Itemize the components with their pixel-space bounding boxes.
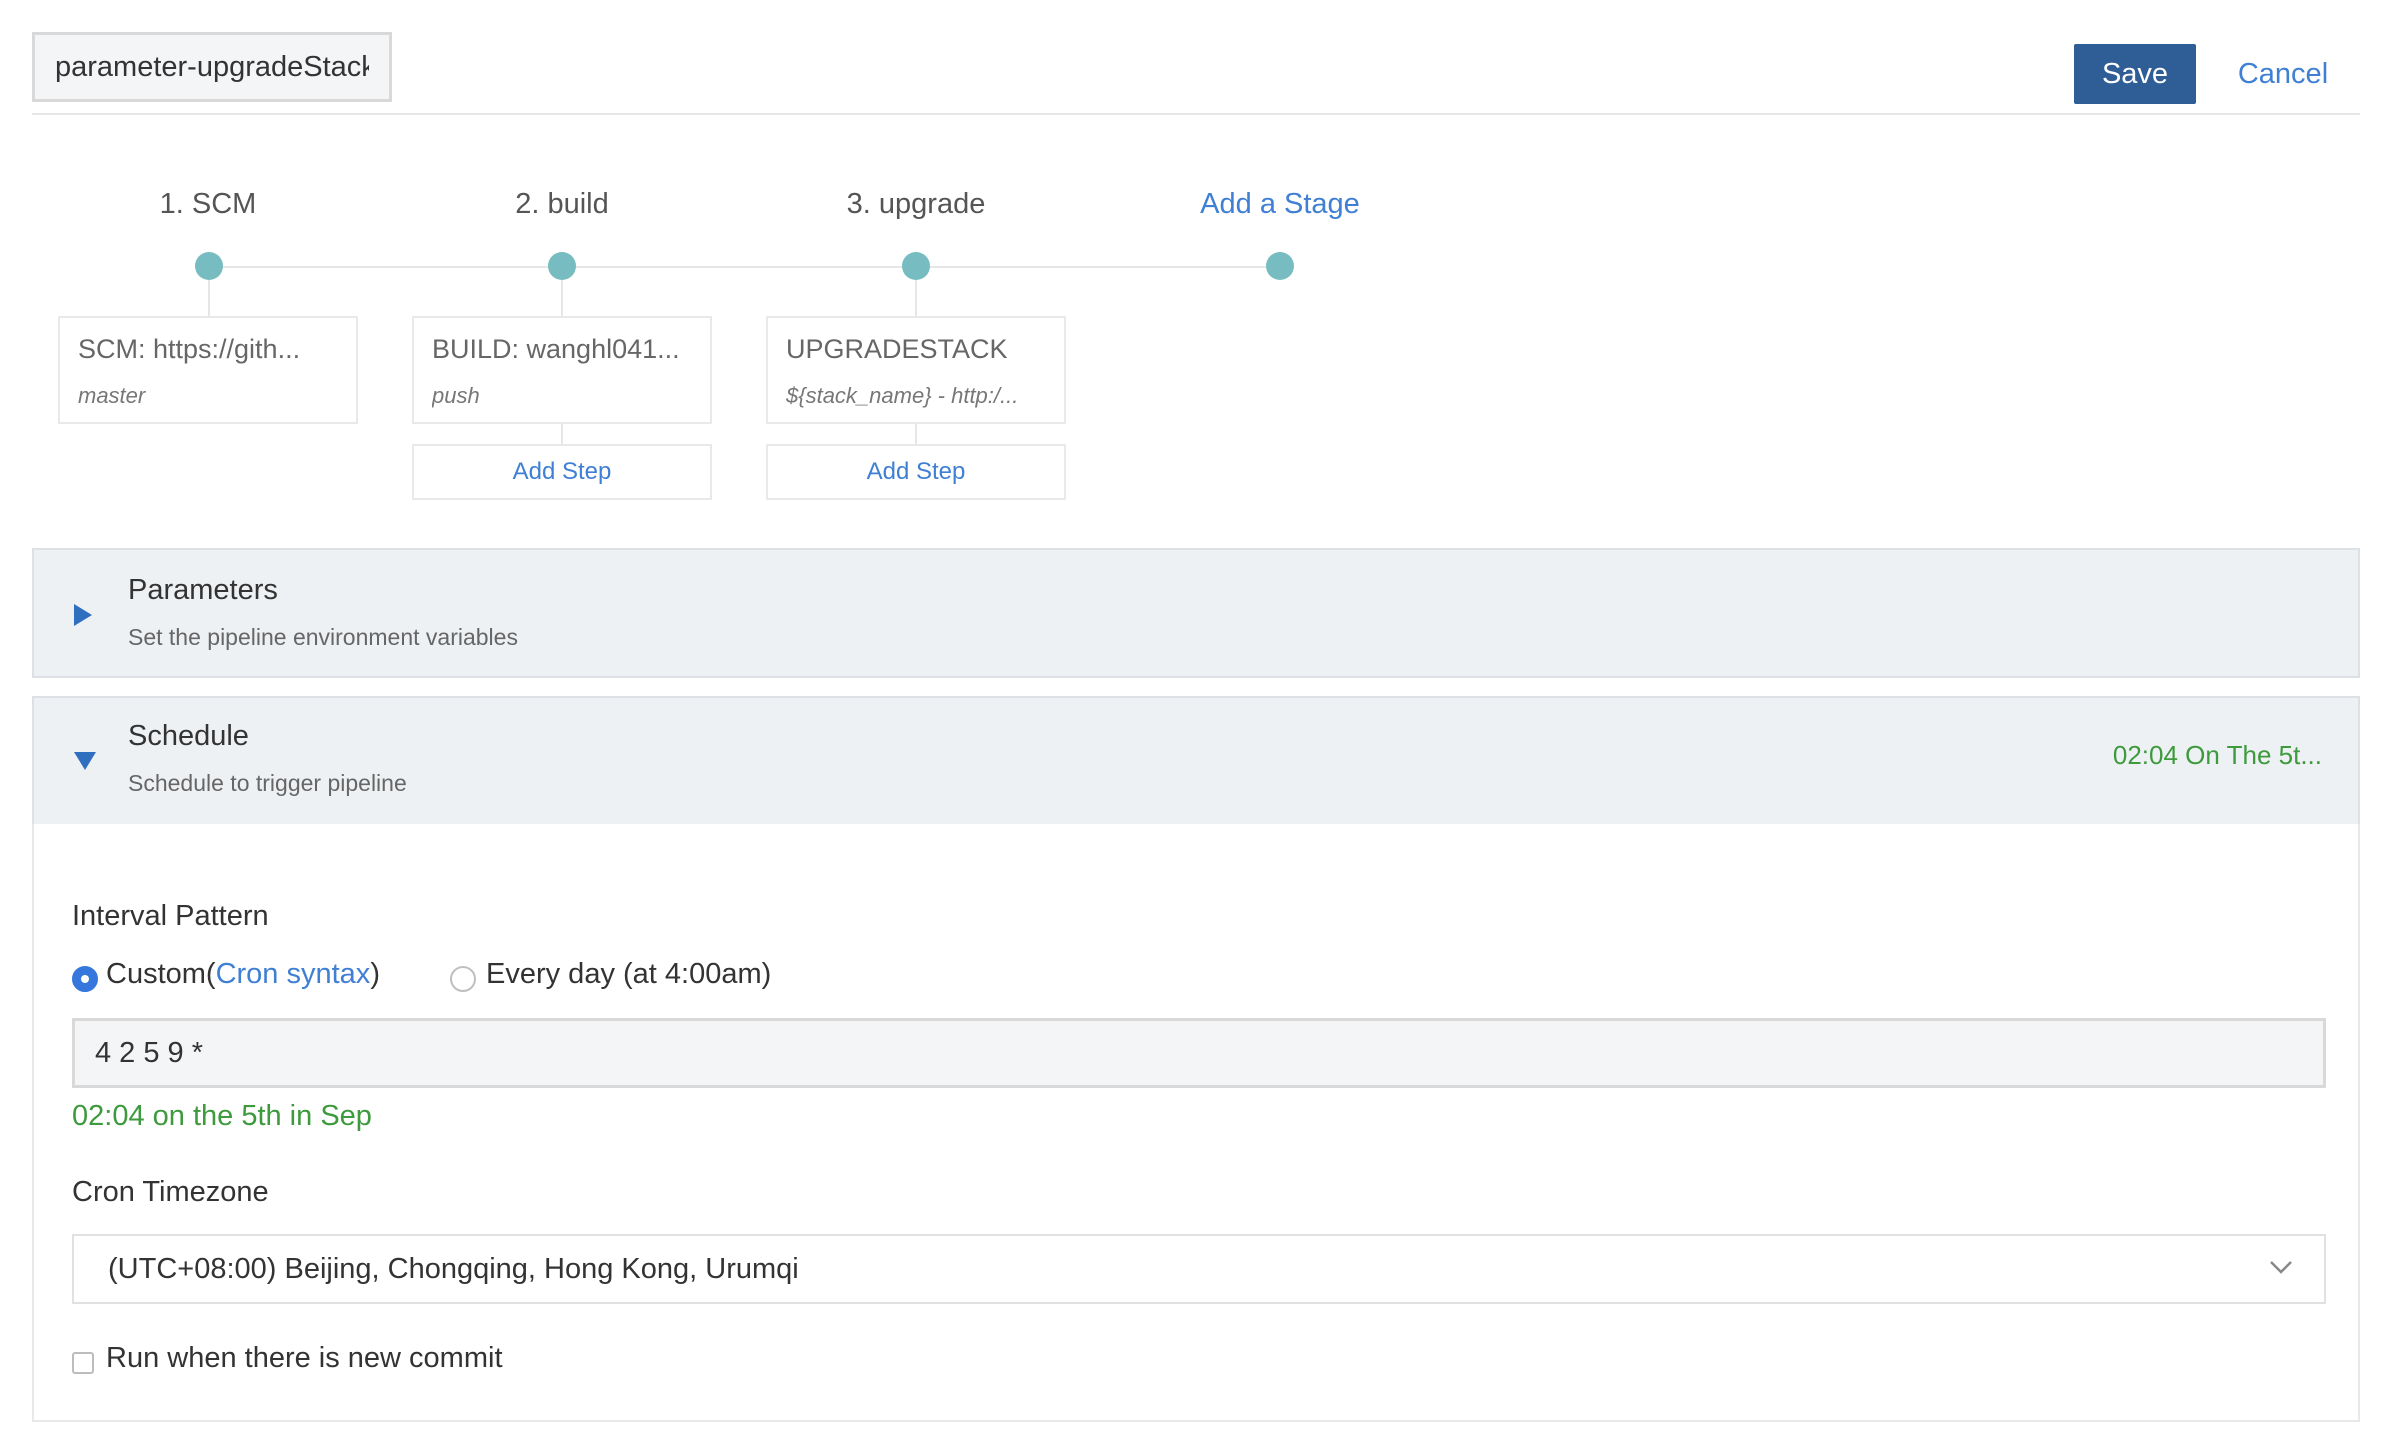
stage-dot-add[interactable] [1266,252,1294,280]
cancel-link[interactable]: Cancel [2218,52,2348,96]
add-step-button-upgrade[interactable]: Add Step [766,444,1066,500]
radio-custom[interactable] [72,966,98,992]
cron-description: 02:04 on the 5th in Sep [72,1100,372,1132]
new-commit-checkbox[interactable] [72,1352,94,1374]
step-title: SCM: https://gith... [78,334,301,364]
cron-syntax-link[interactable]: Cron syntax [216,958,371,990]
collapse-down-icon [74,752,96,770]
step-title: UPGRADESTACK [786,334,1008,364]
stage-title-build: 2. build [515,188,609,220]
radio-every-day[interactable] [450,966,476,992]
connector [208,280,210,316]
connector [561,424,563,444]
radio-every-day-label: Every day (at 4:00am) [486,958,772,990]
step-card-scm[interactable]: SCM: https://gith... master [58,316,358,424]
timezone-select[interactable]: (UTC+08:00) Beijing, Chongqing, Hong Kon… [72,1234,2326,1304]
schedule-panel-body: Interval Pattern Custom(Cron syntax) Eve… [32,824,2360,1422]
schedule-title: Schedule [128,720,249,752]
connector [915,280,917,316]
connector [561,280,563,316]
add-step-button-build[interactable]: Add Step [412,444,712,500]
step-card-build[interactable]: BUILD: wanghl041... push [412,316,712,424]
interval-pattern-label: Interval Pattern [72,900,269,932]
step-title: BUILD: wanghl041... [432,334,680,364]
step-subtitle: master [78,383,146,408]
schedule-summary: 02:04 On The 5t... [2112,740,2322,770]
stage-dot-upgrade [902,252,930,280]
parameters-title: Parameters [128,574,278,606]
new-commit-label: Run when there is new commit [106,1342,503,1374]
timezone-value: (UTC+08:00) Beijing, Chongqing, Hong Kon… [108,1253,799,1285]
stage-track [208,266,1276,268]
radio-custom-label: Custom(Cron syntax) [106,958,380,990]
expand-right-icon [74,604,92,626]
cron-expression-input[interactable] [72,1018,2326,1088]
step-card-upgrade[interactable]: UPGRADESTACK ${stack_name} - http:/... [766,316,1066,424]
header-divider [32,113,2360,115]
stage-title-scm: 1. SCM [159,188,257,220]
step-subtitle: push [432,383,480,408]
stage-dot-build [548,252,576,280]
connector [915,424,917,444]
stage-title-upgrade: 3. upgrade [846,188,986,220]
schedule-description: Schedule to trigger pipeline [128,770,407,796]
parameters-panel-header[interactable]: Parameters Set the pipeline environment … [32,548,2360,678]
cron-timezone-label: Cron Timezone [72,1176,269,1208]
stage-dot-scm [195,252,223,280]
chevron-down-icon [2270,1261,2292,1274]
schedule-panel-header[interactable]: Schedule Schedule to trigger pipeline 02… [32,696,2360,826]
step-subtitle: ${stack_name} - http:/... [786,383,1019,408]
parameters-description: Set the pipeline environment variables [128,624,518,650]
add-stage-link[interactable]: Add a Stage [1130,188,1430,221]
save-button[interactable]: Save [2074,44,2196,104]
pipeline-name-input[interactable] [32,32,392,102]
